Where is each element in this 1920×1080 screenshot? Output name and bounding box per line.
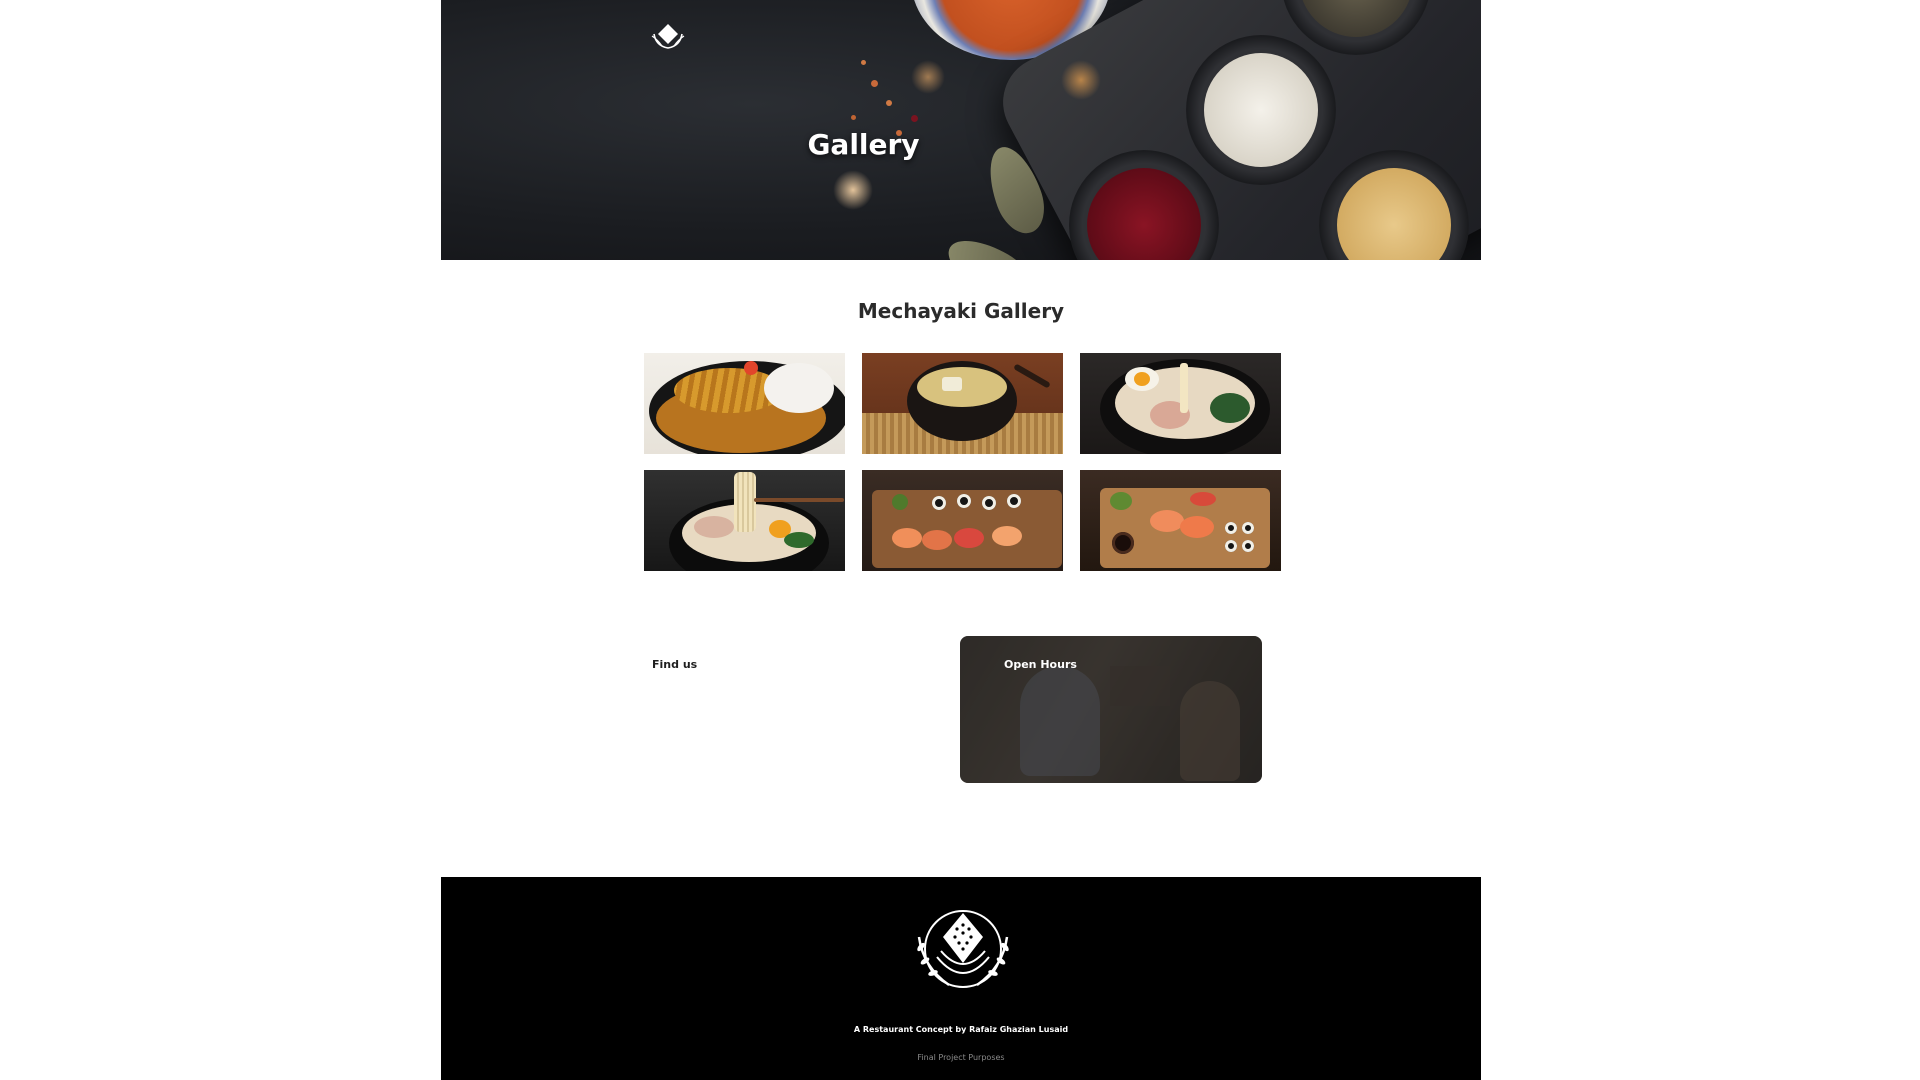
miso-soup-photo[interactable] [862,353,1063,454]
rice-cup-decoration [1186,35,1336,185]
onigiri-laurel-logo-icon [917,910,1009,988]
sushi-board-photo[interactable] [1080,470,1281,571]
footer: A Restaurant Concept by Rafaiz Ghazian L… [441,877,1481,1080]
page-title: Gallery [807,128,920,161]
footer-subtitle: Final Project Purposes [917,1053,1005,1062]
open-hours-card: Open Hours [960,636,1262,783]
ramen-noodle-lift-photo[interactable] [644,470,845,571]
onigiri-laurel-logo-icon[interactable] [648,20,688,52]
page: Gallery Mechayaki Gallery Find us Open H… [441,0,1481,1080]
hero-banner: Gallery [441,0,1481,260]
footer-credit: A Restaurant Concept by Rafaiz Ghazian L… [853,1025,1069,1034]
open-hours-heading: Open Hours [1004,658,1077,671]
find-us-heading: Find us [652,658,698,671]
ramen-egg-photo[interactable] [1080,353,1281,454]
sushi-platter-photo[interactable] [862,470,1063,571]
gallery-heading: Mechayaki Gallery [857,299,1065,323]
katsu-curry-photo[interactable] [644,353,845,454]
